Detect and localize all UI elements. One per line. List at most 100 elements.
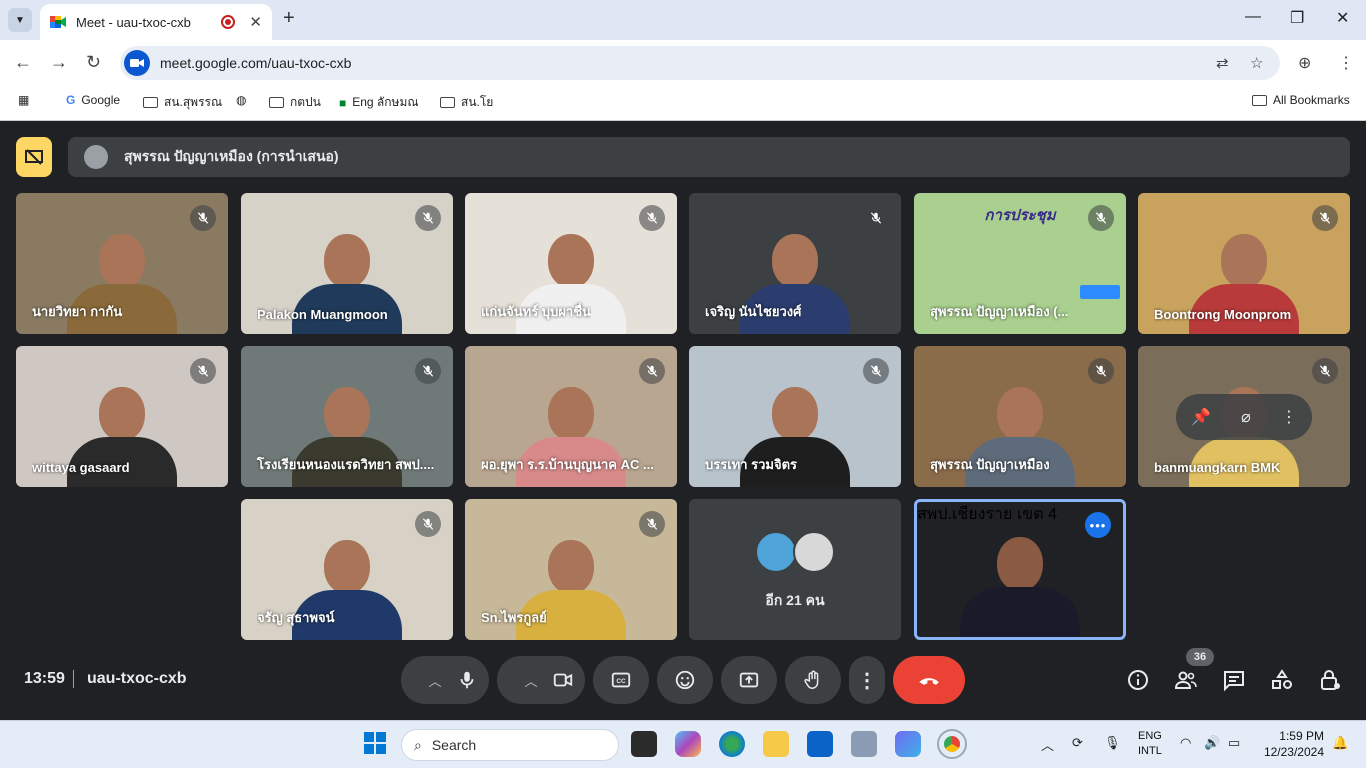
participant-tile[interactable]: เจริญ นันไชยวงศ์	[689, 193, 901, 334]
chevron-up-icon[interactable]: ︿	[1041, 735, 1054, 754]
edge-icon[interactable]	[719, 731, 745, 757]
participant-tile[interactable]: wittaya gasaard	[16, 346, 228, 487]
people-icon	[1174, 671, 1197, 689]
meeting-details-button[interactable]	[1126, 668, 1150, 697]
close-window-button[interactable]: ✕	[1336, 8, 1349, 28]
participant-tile[interactable]: ผอ.ยุพา ร.ร.บ้านบุญนาค AC ...	[465, 346, 677, 487]
microphone-icon[interactable]: 🎙	[1104, 735, 1121, 751]
bookmark-globe[interactable]: ◍	[236, 93, 246, 107]
participant-tile[interactable]: จรัญ สุธาพจน์	[241, 499, 453, 640]
phone-hangup-icon	[919, 678, 939, 685]
app-icon[interactable]	[895, 731, 921, 757]
participant-tile[interactable]: โรงเรียนหนองแรดวิทยา สพป....	[241, 346, 453, 487]
all-bookmarks[interactable]: All Bookmarks	[1252, 93, 1350, 107]
participant-tile[interactable]: สุพรรณ ปัญญาเหมือง	[914, 346, 1126, 487]
host-controls-button[interactable]	[1318, 668, 1342, 697]
participant-tile[interactable]: แก่นจันทร์ บุบผาชื่น	[465, 193, 677, 334]
participant-tile[interactable]: บรรเทา รวมจิตร	[689, 346, 901, 487]
minimize-button[interactable]: —	[1245, 8, 1261, 26]
windows-start-icon[interactable]	[363, 731, 389, 757]
url-text: meet.google.com/uau-txoc-cxb	[160, 55, 352, 71]
chrome-icon[interactable]	[937, 729, 967, 759]
copilot-icon[interactable]	[675, 731, 701, 757]
bookmark-google[interactable]: G Google	[66, 93, 120, 107]
microphone-button[interactable]: ︿	[401, 656, 489, 704]
active-speaker-tile[interactable]: ••• สพป.เชียงราย เขต 4	[914, 499, 1126, 640]
mic-off-icon[interactable]: ⌀	[1241, 407, 1251, 427]
extension-icon[interactable]: ⊕	[1298, 53, 1311, 73]
translate-icon[interactable]: ⇄	[1216, 54, 1229, 72]
mic-off-icon	[1319, 365, 1331, 377]
present-screen-button[interactable]	[721, 656, 777, 704]
chrome-menu-icon[interactable]: ⋮	[1338, 53, 1354, 73]
activities-button[interactable]	[1270, 668, 1294, 697]
back-button[interactable]: ←	[14, 52, 32, 73]
system-clock[interactable]: 1:59 PM 12/23/2024	[1262, 728, 1324, 760]
notification-icon[interactable]: 🔔	[1332, 735, 1348, 751]
reload-button[interactable]: ↻	[86, 52, 101, 73]
google-meet-icon: ■	[339, 95, 347, 110]
tab-meet[interactable]: Meet - uau-txoc-cxb ✕	[40, 4, 272, 40]
task-view-icon[interactable]	[631, 731, 657, 757]
mic-off-icon	[870, 212, 882, 224]
tab-search-button[interactable]: ▼	[8, 8, 32, 32]
outlook-icon[interactable]	[807, 731, 833, 757]
battery-icon[interactable]: ▭	[1228, 735, 1240, 751]
participant-tile[interactable]: การประชุม สุพรรณ ปัญญาเหมือง (...	[914, 193, 1126, 334]
participant-name: โรงเรียนหนองแรดวิทยา สพป....	[257, 457, 435, 472]
new-tab-button[interactable]: +	[283, 7, 295, 30]
photos-icon[interactable]	[851, 731, 877, 757]
volume-icon[interactable]: 🔊	[1204, 735, 1220, 751]
tab-title: Meet - uau-txoc-cxb	[76, 14, 191, 30]
mic-off-icon	[646, 518, 658, 530]
emoji-icon	[675, 670, 695, 690]
address-bar[interactable]: meet.google.com/uau-txoc-cxb ⇄ ☆	[120, 46, 1280, 80]
more-options-icon[interactable]: ⋮	[1281, 407, 1297, 427]
taskbar-search[interactable]: ⌕ Search	[401, 729, 619, 761]
apps-grid-icon[interactable]: ▦	[18, 93, 29, 107]
bookmark-eng[interactable]: ■ Eng ลักษมณ	[339, 93, 419, 112]
captions-button[interactable]: CC	[593, 656, 649, 704]
more-participants-tile[interactable]: อีก 21 คน	[689, 499, 901, 640]
participant-tile[interactable]: Sn.ไพรกูลย์	[465, 499, 677, 640]
input-language[interactable]: ENG INTL	[1138, 729, 1162, 759]
muted-indicator	[863, 358, 889, 384]
muted-indicator	[415, 358, 441, 384]
file-explorer-icon[interactable]	[763, 731, 789, 757]
wifi-icon[interactable]: ◠	[1180, 735, 1191, 751]
participant-tile[interactable]: Palakon Muangmoon	[241, 193, 453, 334]
participant-tile[interactable]: นายวิทยา กากัน	[16, 193, 228, 334]
camera-button[interactable]: ︿	[497, 656, 585, 704]
presentation-toggle-button[interactable]	[16, 137, 52, 177]
more-options-button[interactable]: ⋮	[849, 656, 885, 704]
chat-button[interactable]	[1222, 668, 1246, 697]
participant-name: แก่นจันทร์ บุบผาชื่น	[481, 304, 591, 319]
chat-icon	[1224, 671, 1244, 692]
chevron-up-icon[interactable]: ︿	[524, 671, 537, 690]
raise-hand-button[interactable]	[785, 656, 841, 704]
participant-tile[interactable]: Boontrong Moonprom	[1138, 193, 1350, 334]
bookmark-folder-3[interactable]: สน.โย	[440, 93, 493, 112]
close-tab-icon[interactable]: ✕	[249, 13, 262, 31]
bookmark-label: Eng ลักษมณ	[352, 95, 419, 109]
muted-indicator	[190, 358, 216, 384]
meet-stage: สุพรรณ ปัญญาเหมือง (การนำเสนอ) นายวิทยา …	[0, 121, 1366, 720]
mic-off-icon	[197, 365, 209, 377]
leave-call-button[interactable]	[893, 656, 965, 704]
bookmark-folder-2[interactable]: กตปน	[269, 93, 321, 112]
more-options-icon[interactable]: •••	[1085, 512, 1111, 538]
video-camera-icon	[124, 50, 150, 76]
reactions-button[interactable]	[657, 656, 713, 704]
pin-icon[interactable]: 📌	[1191, 407, 1211, 427]
sync-icon[interactable]: ⟳	[1072, 735, 1083, 751]
chevron-up-icon[interactable]: ︿	[428, 671, 441, 690]
search-icon: ⌕	[414, 736, 422, 753]
clock-time: 1:59 PM	[1279, 729, 1324, 743]
maximize-button[interactable]: ❐	[1290, 8, 1304, 28]
bookmark-star-icon[interactable]: ☆	[1250, 54, 1263, 72]
bookmark-folder-1[interactable]: สน.สุพรรณ	[143, 93, 222, 112]
folder-icon	[440, 97, 455, 108]
muted-indicator	[1312, 358, 1338, 384]
people-button[interactable]	[1174, 668, 1198, 697]
forward-button[interactable]: →	[50, 52, 68, 73]
